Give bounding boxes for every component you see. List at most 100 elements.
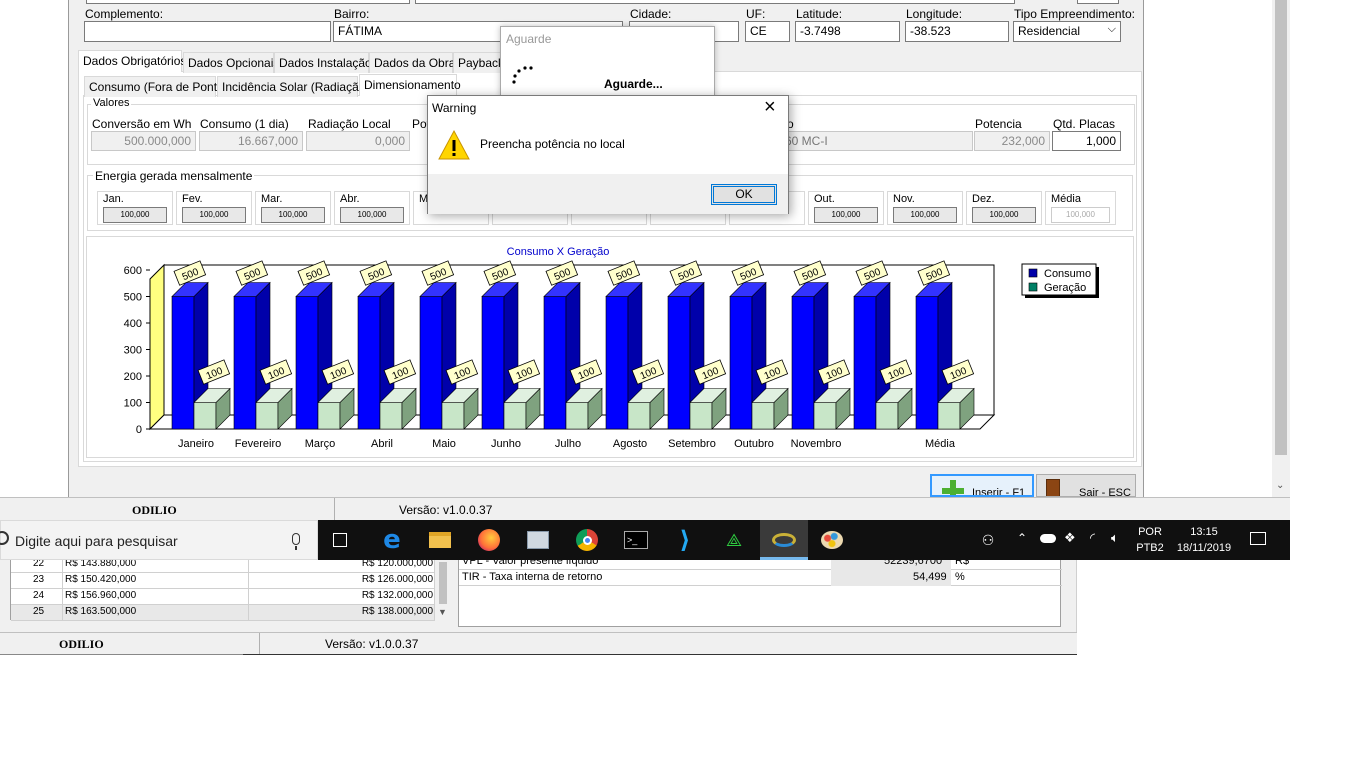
table-row[interactable]: 23 R$ 150.420,000 R$ 126.000,000: [11, 573, 435, 589]
firefox-icon[interactable]: [469, 520, 509, 560]
table-row[interactable]: 25 R$ 163.500,000 R$ 138.000,000: [11, 605, 435, 621]
month-value: 100,000: [182, 207, 246, 223]
main-scrollbar[interactable]: ⌄: [1272, 0, 1290, 497]
tab-dados-instalacao[interactable]: Dados Instalação: [274, 52, 372, 73]
bar-geracao-front: [503, 402, 527, 430]
warning-title: Warning: [432, 101, 477, 115]
microphone-icon: [292, 533, 300, 545]
radiacao-local-label: Radiação Local: [308, 117, 391, 131]
tab-dados-da-obra[interactable]: Dados da Obra: [369, 52, 456, 73]
inserir-button[interactable]: Inserir - F1: [930, 474, 1034, 497]
delphi-icon[interactable]: [760, 520, 808, 560]
volume-icon[interactable]: 🔈︎: [1111, 530, 1119, 546]
dropbox-icon[interactable]: ❖: [1064, 530, 1076, 546]
paint-icon[interactable]: [812, 520, 852, 560]
consumo-geracao-chart: Consumo X Geração0100200300400500600 5001…: [124, 246, 1099, 450]
terminal-icon[interactable]: >_: [616, 520, 656, 560]
chrome-icon[interactable]: [567, 520, 607, 560]
tab-label: Dados da Obra: [374, 56, 456, 70]
aguarde-dialog: Aguarde Aguarde...: [500, 26, 715, 98]
language-indicator[interactable]: POR PTB2: [1134, 524, 1166, 558]
sair-label: Sair - ESC: [1079, 487, 1131, 497]
uf-label: UF:: [746, 7, 766, 21]
tab-label: Consumo (Fora de Ponta): [89, 80, 228, 94]
tab-payback[interactable]: Payback: [453, 52, 505, 73]
month-label: Dez.: [972, 193, 995, 205]
bar-consumo-front: [915, 296, 939, 430]
y-tick-label: 600: [124, 265, 142, 277]
x-tick-label: Novembro: [791, 438, 842, 450]
row-value-b: R$ 138.000,000: [361, 606, 433, 617]
app-icon-green[interactable]: ⟁: [714, 520, 754, 560]
bar-consumo-front: [791, 296, 815, 430]
clock-date: 18/11/2019: [1176, 542, 1232, 554]
month-label: Abr.: [340, 193, 360, 205]
active-app-indicator: [760, 557, 808, 560]
uf-input[interactable]: CE: [745, 21, 790, 42]
latitude-input[interactable]: -3.7498: [795, 21, 900, 42]
notification-icon[interactable]: [1250, 532, 1266, 545]
qtd-placas-input[interactable]: 1,000: [1052, 131, 1121, 151]
cloud-icon[interactable]: [1040, 534, 1056, 543]
radiacao-local-field: 0,000: [306, 131, 410, 151]
chevron-up-icon[interactable]: ⌃: [1017, 531, 1027, 545]
bar-geracao-front: [255, 402, 279, 430]
conversao-field: 500.000,000: [91, 131, 196, 151]
sair-button[interactable]: Sair - ESC: [1036, 474, 1136, 497]
table-row[interactable]: 24 R$ 156.960,000 R$ 132.000,000: [11, 589, 435, 605]
wifi-icon[interactable]: ◜: [1090, 530, 1095, 546]
month-nov: Nov. 100,000: [887, 191, 963, 225]
x-tick-label: Fevereiro: [235, 438, 281, 450]
month-media: Média 100,000: [1045, 191, 1116, 225]
aguarde-title: Aguarde: [506, 32, 552, 46]
tab-consumo-fora-de-ponta[interactable]: Consumo (Fora de Ponta): [84, 76, 228, 97]
bar-geracao-front: [751, 402, 775, 430]
month-value: 100,000: [972, 207, 1036, 223]
longitude-input[interactable]: -38.523: [905, 21, 1009, 42]
complemento-input[interactable]: [84, 21, 331, 42]
x-tick-label: Maio: [432, 438, 456, 450]
complemento-label: Complemento:: [85, 7, 164, 21]
consumo-dia-label: Consumo (1 dia): [200, 117, 289, 131]
task-view-icon[interactable]: [320, 520, 360, 560]
month-fev: Fev. 100,000: [176, 191, 252, 225]
loading-spinner-icon: [512, 66, 533, 84]
clock[interactable]: 13:15 18/11/2019: [1168, 524, 1240, 558]
bar-consumo-front: [729, 296, 753, 430]
x-tick-label: Janeiro: [178, 438, 214, 450]
tab-dados-obrigatorios[interactable]: Dados Obrigatórios: [78, 50, 186, 72]
month-value: 100,000: [103, 207, 167, 223]
bar-geracao-front: [317, 402, 341, 430]
taskbar-search[interactable]: Digite aqui para pesquisar: [0, 520, 318, 560]
x-tick-label: Junho: [491, 438, 521, 450]
back-table-scrollbar[interactable]: ▼: [434, 557, 450, 620]
system-monitor-icon[interactable]: [518, 520, 558, 560]
edge-icon[interactable]: e: [372, 520, 412, 560]
potencia-label: Potencia: [975, 117, 1022, 131]
chart-left-wall: [149, 263, 165, 431]
back-status-version: Versão: v1.0.0.37: [325, 637, 419, 651]
bar-consumo-front: [667, 296, 691, 430]
tir-value: 54,499: [913, 571, 947, 583]
search-icon: [0, 531, 9, 545]
longitude-label: Longitude:: [906, 7, 963, 21]
vscode-icon[interactable]: ⟩: [665, 520, 705, 560]
ok-button[interactable]: OK: [711, 184, 777, 205]
scroll-down-icon[interactable]: ▼: [438, 607, 447, 617]
file-explorer-icon[interactable]: [420, 520, 460, 560]
door-icon: [1046, 479, 1060, 496]
conversao-label: Conversão em Wh: [92, 117, 192, 131]
tab-dados-opcionais[interactable]: Dados Opcionais: [183, 52, 279, 73]
x-tick-label: Abril: [371, 438, 393, 450]
people-icon[interactable]: ⚇: [968, 520, 1008, 560]
qtd-placas-label: Qtd. Placas: [1053, 117, 1116, 131]
scrollbar-thumb[interactable]: [1275, 0, 1287, 455]
close-icon[interactable]: ×: [764, 96, 776, 118]
tab-dimensionamento[interactable]: Dimensionamento: [359, 74, 461, 96]
scroll-down-icon[interactable]: ⌄: [1276, 480, 1284, 491]
tab-incidencia-solar[interactable]: Incidência Solar (Radiação): [217, 76, 369, 97]
status-version: Versão: v1.0.0.37: [399, 503, 493, 517]
back-status-bar: ODILIO Versão: v1.0.0.37: [0, 632, 1077, 655]
tipo-empreendimento-select[interactable]: Residencial ⌵: [1013, 21, 1121, 42]
row-value-a: R$ 156.960,000: [65, 590, 137, 601]
